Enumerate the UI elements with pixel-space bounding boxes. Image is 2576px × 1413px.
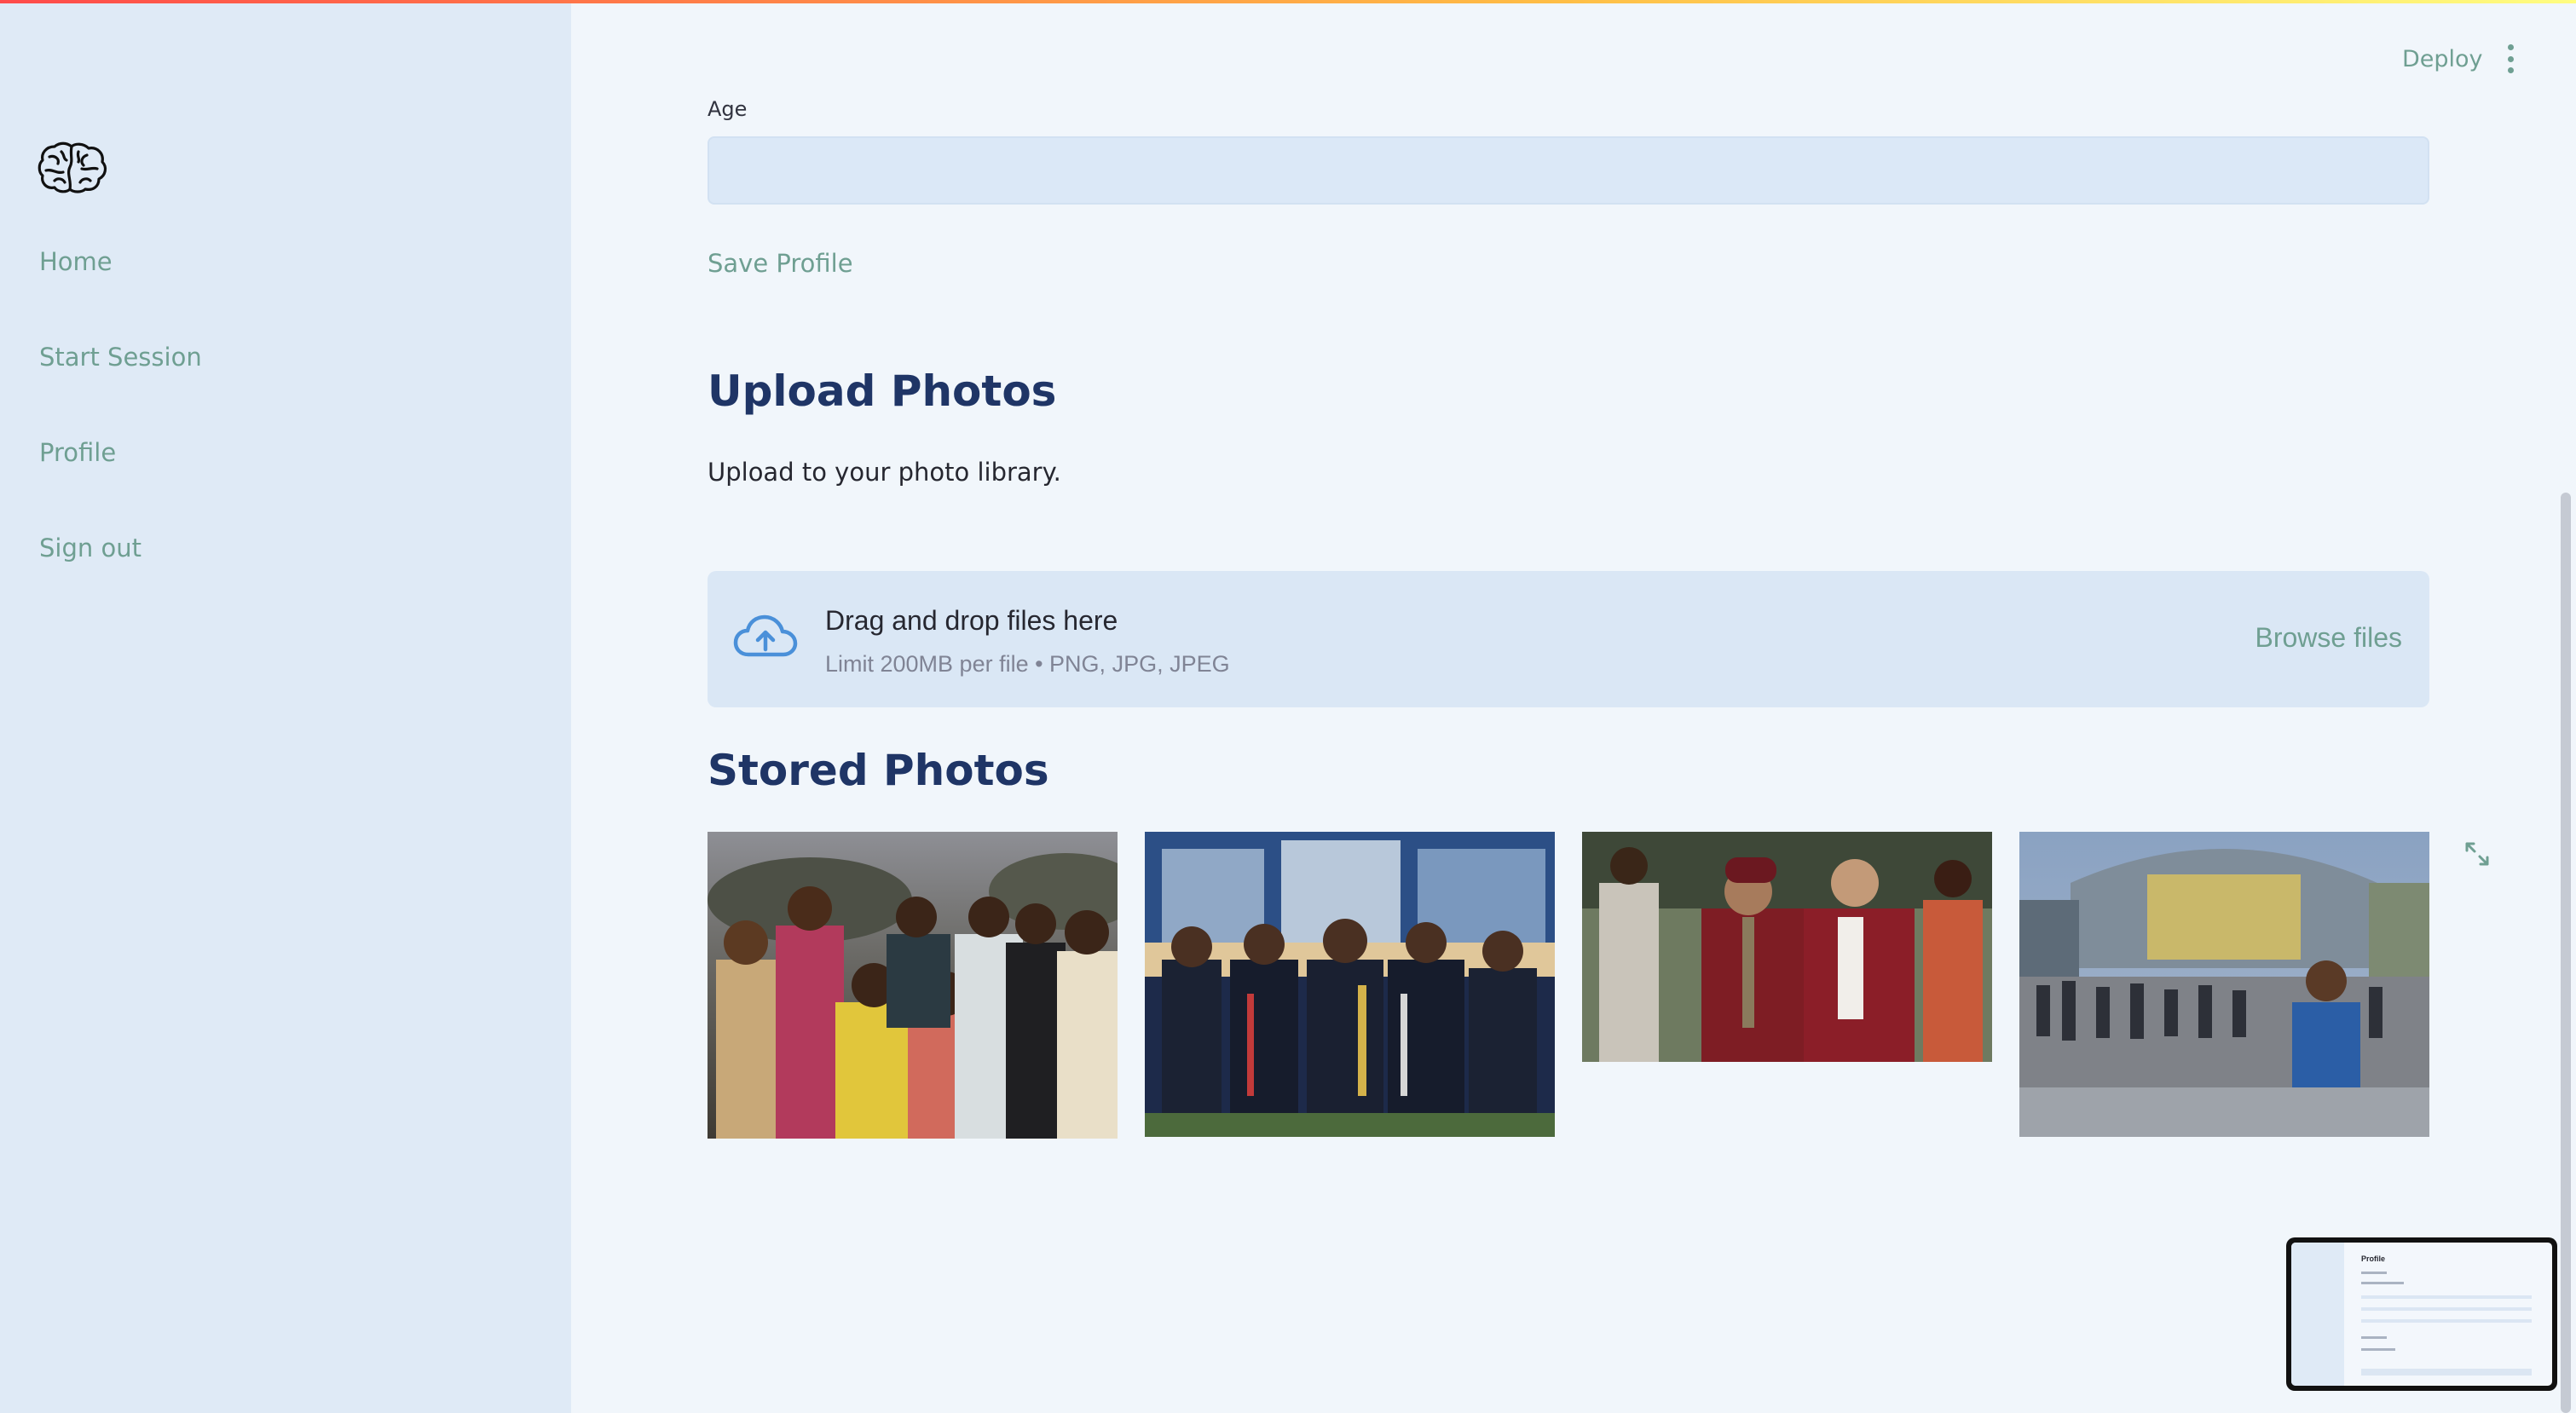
sidebar-item-start-session[interactable]: Start Session: [39, 343, 202, 372]
top-decoration-stripe: [0, 0, 2576, 3]
deploy-button[interactable]: Deploy: [2402, 46, 2483, 72]
brain-icon: [38, 138, 109, 196]
age-input[interactable]: [708, 136, 2429, 205]
age-label: Age: [708, 97, 748, 121]
cloud-upload-icon: [733, 614, 798, 661]
stored-photo-4[interactable]: [2019, 832, 2429, 1137]
stored-photos-heading: Stored Photos: [708, 746, 1049, 795]
dropzone-title: Drag and drop files here: [825, 605, 1118, 636]
kebab-menu-icon[interactable]: [2504, 44, 2516, 73]
page-scrollbar[interactable]: [2561, 493, 2571, 1413]
sidebar: Home Start Session Profile Sign out: [0, 0, 571, 1413]
upload-photos-heading: Upload Photos: [708, 366, 1057, 416]
page-minimap: Profile: [2286, 1237, 2557, 1391]
minimap-title: Profile: [2361, 1254, 2386, 1263]
sidebar-item-profile[interactable]: Profile: [39, 438, 116, 467]
upload-subtitle: Upload to your photo library.: [708, 458, 1061, 487]
stored-photo-1[interactable]: [708, 832, 1118, 1139]
save-profile-button[interactable]: Save Profile: [708, 249, 853, 278]
stored-photo-3[interactable]: [1582, 832, 1992, 1062]
stored-photo-2[interactable]: [1145, 832, 1555, 1137]
sidebar-item-home[interactable]: Home: [39, 247, 113, 276]
browse-files-button[interactable]: Browse files: [2255, 622, 2403, 654]
dropzone-limit-text: Limit 200MB per file • PNG, JPG, JPEG: [825, 651, 1230, 677]
fullscreen-expand-icon[interactable]: [2463, 840, 2491, 868]
file-dropzone[interactable]: Drag and drop files here Limit 200MB per…: [708, 571, 2429, 707]
sidebar-item-sign-out[interactable]: Sign out: [39, 533, 142, 562]
